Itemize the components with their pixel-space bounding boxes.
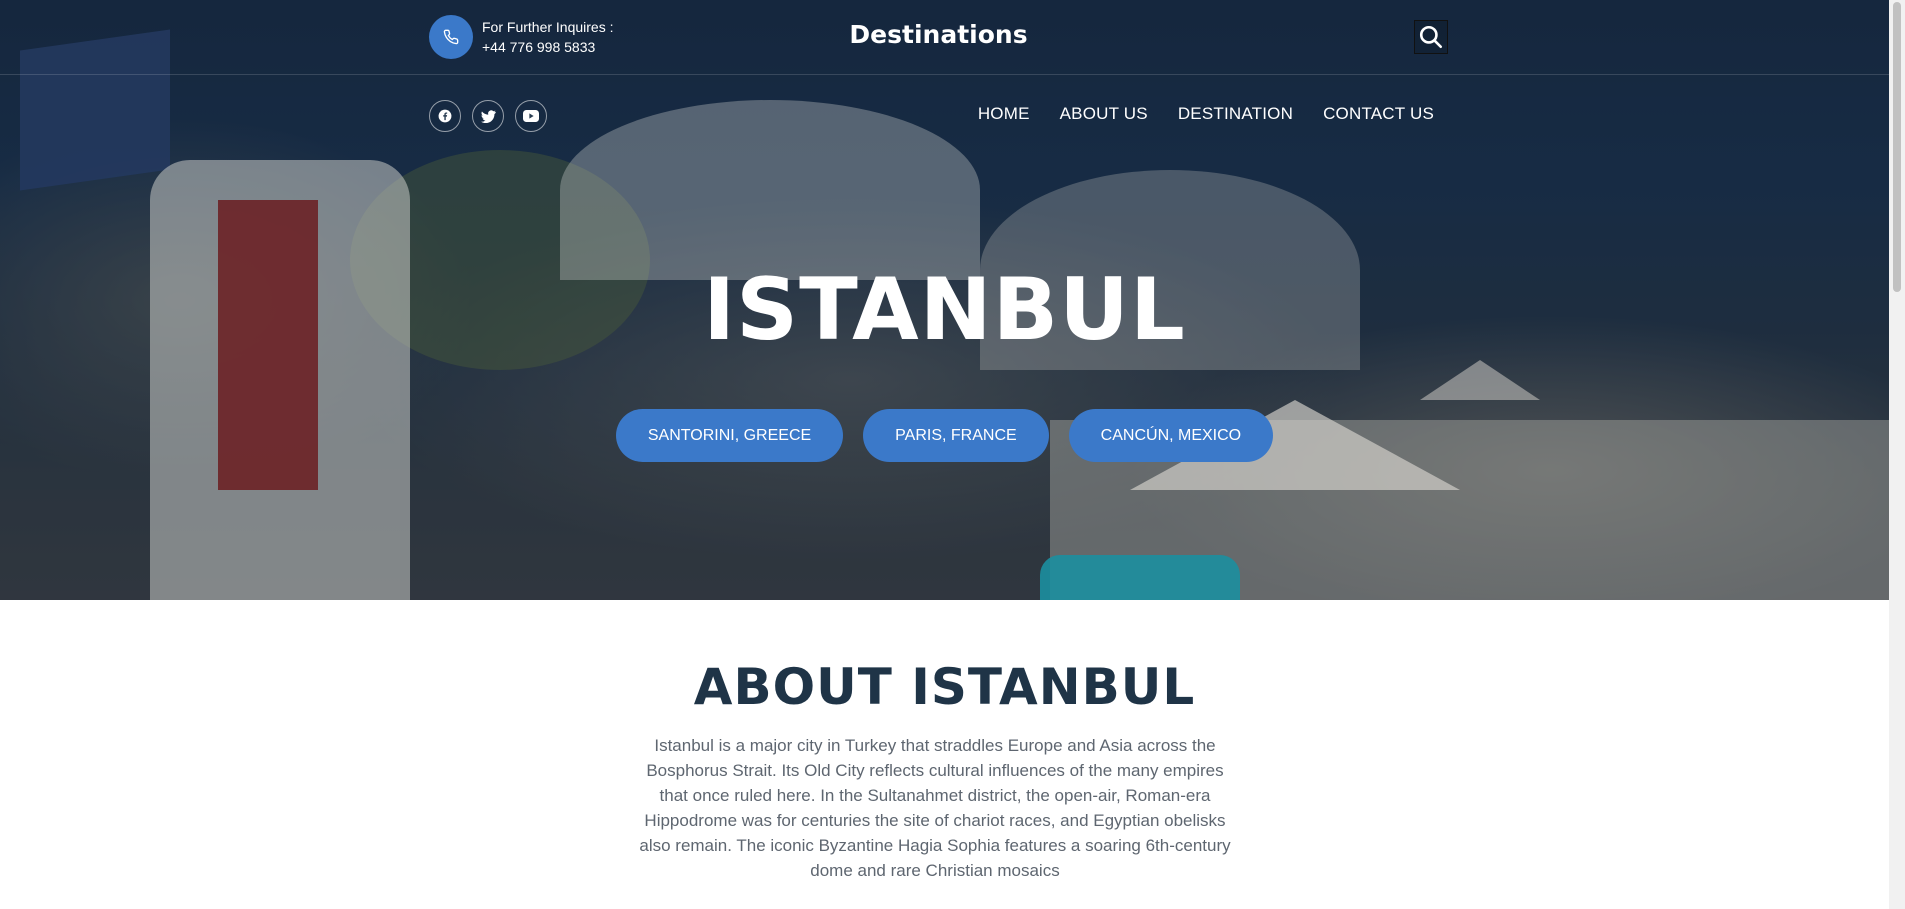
about-description: Istanbul is a major city in Turkey that … <box>639 736 1231 880</box>
hero-title: ISTANBUL <box>703 260 1186 360</box>
scrollbar-thumb[interactable] <box>1893 2 1901 292</box>
twitter-icon[interactable] <box>472 100 504 132</box>
nav-destination[interactable]: DESTINATION <box>1178 104 1293 124</box>
page-scrollbar[interactable] <box>1889 0 1905 909</box>
contact-info: For Further Inquires : +44 776 998 5833 <box>482 17 614 57</box>
inquiry-label: For Further Inquires : <box>482 19 614 35</box>
nav-contact-us[interactable]: CONTACT US <box>1323 104 1434 124</box>
facebook-icon[interactable] <box>429 100 461 132</box>
background-umbrella <box>1420 360 1540 400</box>
site-title[interactable]: Destinations <box>760 20 1117 49</box>
destination-buttons: SANTORINI, GREECE PARIS, FRANCE CANCÚN, … <box>0 409 1889 462</box>
phone-number[interactable]: +44 776 998 5833 <box>482 37 614 57</box>
background-sign <box>20 29 170 191</box>
santorini-button[interactable]: SANTORINI, GREECE <box>615 409 844 462</box>
phone-icon <box>429 15 473 59</box>
paris-button[interactable]: PARIS, FRANCE <box>863 409 1049 462</box>
nav-about-us[interactable]: ABOUT US <box>1060 104 1148 124</box>
search-icon <box>1419 25 1443 49</box>
about-heading: ABOUT ISTANBUL <box>693 658 1196 716</box>
search-button[interactable] <box>1414 20 1448 54</box>
main-nav: HOME ABOUT US DESTINATION CONTACT US <box>978 104 1434 124</box>
cancun-button[interactable]: CANCÚN, MEXICO <box>1068 409 1274 462</box>
background-pool <box>1040 555 1240 600</box>
background-dome <box>560 100 980 280</box>
header-divider <box>0 74 1889 75</box>
nav-home[interactable]: HOME <box>978 104 1030 124</box>
youtube-icon[interactable] <box>515 100 547 132</box>
